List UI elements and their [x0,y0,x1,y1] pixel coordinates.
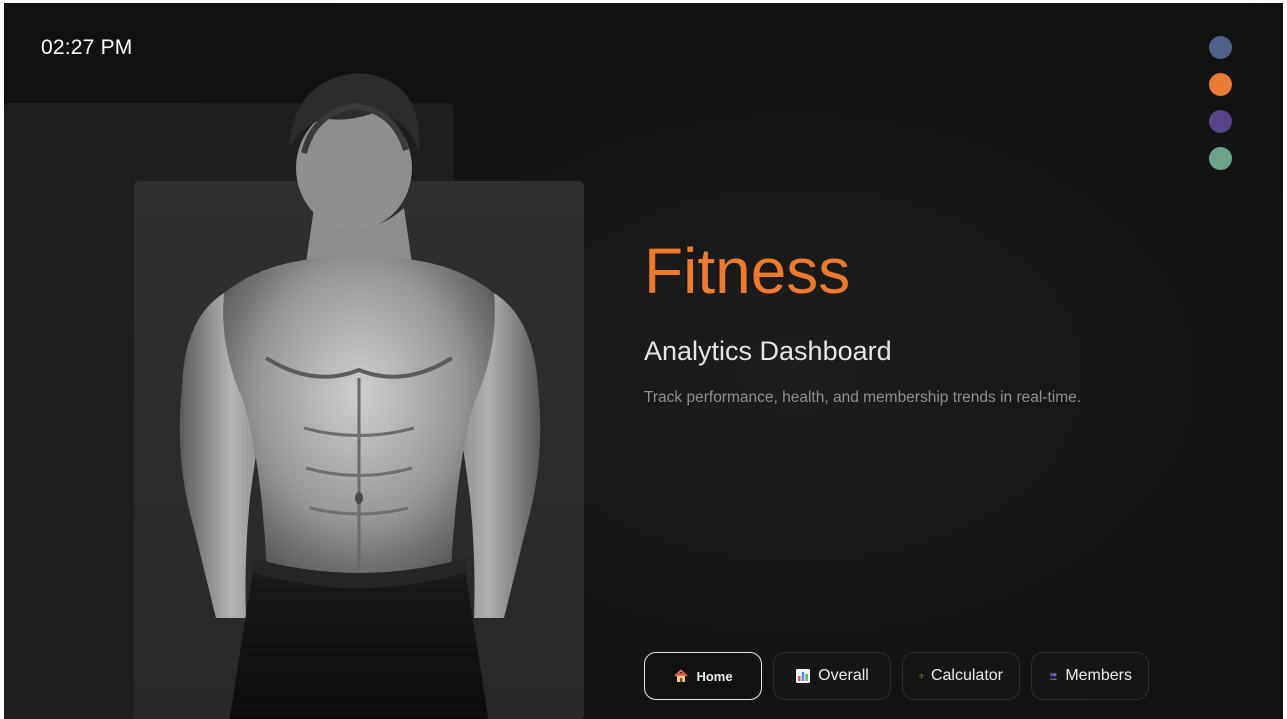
theme-dot-sage-green[interactable] [1209,147,1232,170]
nav-calculator-button[interactable]: Calculator [902,652,1020,700]
bar-chart-icon [796,669,811,683]
clock-time: 02:27 PM [41,36,133,59]
nav-members-label: Members [1065,667,1132,684]
hero-title: Fitness [644,235,851,307]
theme-dot-purple[interactable] [1209,110,1232,133]
theme-dot-slate-blue[interactable] [1209,36,1232,59]
app-frame: 02:27 PM Fitness Analytics Dashboard Tra… [4,3,1283,719]
theme-dot-orange[interactable] [1209,73,1232,96]
nav-calculator-label: Calculator [930,667,1003,684]
nav-overall-label: Overall [818,667,869,684]
athlete-image [179,73,541,719]
hero-description: Track performance, health, and membershi… [644,389,1082,406]
nav-overall-button[interactable]: Overall [773,652,891,700]
nav-home-label: Home [696,668,733,684]
home-icon [674,669,688,682]
members-icon [1048,673,1058,680]
nav-members-button[interactable]: Members [1031,652,1149,700]
hero-subtitle: Analytics Dashboard [644,336,892,366]
nav-home-button[interactable]: Home [644,652,762,700]
theme-switcher [1209,36,1233,184]
scale-icon [919,674,924,679]
bottom-nav: Home Overall Calculator Members [644,652,1149,700]
hero-section: Fitness Analytics Dashboard Track perfor… [644,235,1204,409]
